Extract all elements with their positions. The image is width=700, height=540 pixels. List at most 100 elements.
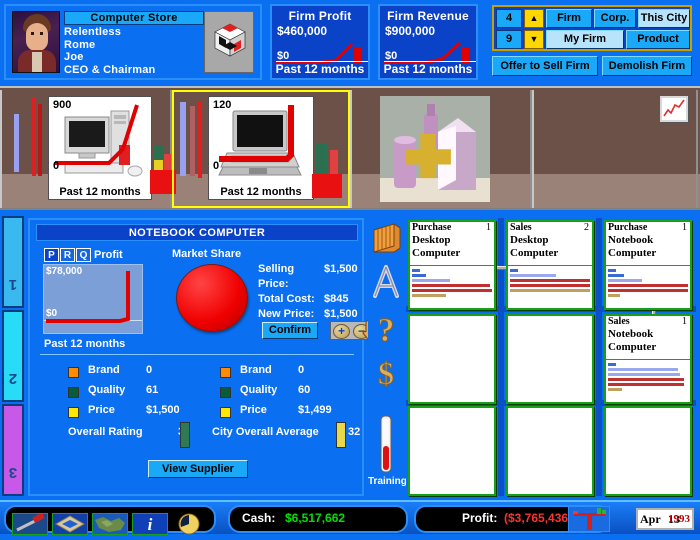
view-supplier-button[interactable]: View Supplier <box>148 460 248 478</box>
mode-button-q[interactable]: Q <box>76 248 91 262</box>
card-type-2: Purchase <box>608 222 648 233</box>
panel-divider <box>40 354 354 355</box>
seesaw-button[interactable] <box>568 506 610 532</box>
tool-sidebar: ? $ Training <box>368 218 407 496</box>
svg-text:?: ? <box>378 312 395 348</box>
selling-price-label: Selling Price: <box>258 263 295 290</box>
quality-label-city: Quality <box>240 384 278 396</box>
info-i-icon: i <box>133 514 167 534</box>
cash-label: Cash: <box>242 511 276 525</box>
price-rows: Selling Price: $1,500 Total Cost: $845 New… <box>258 262 358 322</box>
cash-display: Cash: $6,517,662 <box>228 505 408 533</box>
floor-tab-3[interactable]: 3 <box>2 404 24 496</box>
shelf-bay-desktop[interactable]: 900 0 Past 12 months <box>0 90 176 208</box>
floor-tab-3-label: 3 <box>8 464 18 481</box>
card-line2-1: Computer <box>510 247 559 259</box>
operation-card-sales-notebook[interactable]: Sales 1 Notebook Computer <box>604 314 692 404</box>
profit-graph: $78,000 $0 <box>43 264 143 334</box>
card-num-2: 1 <box>682 222 687 233</box>
price-value-mine: $1,500 <box>146 404 180 416</box>
total-cost-value: $845 <box>324 293 349 305</box>
help-tool-button[interactable]: ? <box>370 310 402 353</box>
scope-this-city-button[interactable]: This City <box>638 9 690 28</box>
floor-tab-2-label: 2 <box>8 370 18 387</box>
city-map-button[interactable] <box>52 513 88 535</box>
shelf-chart-icon[interactable] <box>660 96 688 122</box>
desktop-caption: Past 12 months <box>59 186 141 198</box>
city-average-label: City Overall Average <box>212 426 319 438</box>
library-tool-button[interactable] <box>370 222 402 261</box>
firm-profit-card[interactable]: Firm Profit $460,000 $0 Past 12 months <box>270 4 370 80</box>
offer-to-sell-firm-button[interactable]: Offer to Sell Firm <box>492 56 598 76</box>
scope-firm-button[interactable]: Firm <box>546 9 592 28</box>
scope-product-button[interactable]: Product <box>626 30 690 49</box>
operation-card-empty-6[interactable] <box>408 406 496 496</box>
floor-tab-2[interactable]: 2 <box>2 310 24 402</box>
scope-corp-button[interactable]: Corp. <box>594 9 636 28</box>
card-bars-2 <box>608 269 690 299</box>
operation-card-empty-4[interactable] <box>408 314 496 404</box>
spin-up-arrow-icon[interactable]: ▲ <box>524 9 544 28</box>
firm-info-panel[interactable]: Computer Store Relentless Rome Joe CEO &… <box>4 4 262 80</box>
operation-card-purchase-desktop[interactable]: Purchase 1 Desktop Computer <box>408 220 496 310</box>
training-label: Training <box>368 476 407 487</box>
quality-value-city: 60 <box>298 384 311 396</box>
ceo-portrait <box>12 11 60 73</box>
info-button[interactable]: i <box>132 513 168 535</box>
spin-value-down[interactable]: 9 <box>496 30 522 49</box>
overall-rating-label: Overall Rating <box>68 426 143 438</box>
scope-my-firm-button[interactable]: My Firm <box>546 30 624 49</box>
books-icon <box>373 223 401 253</box>
product-detail-title: NOTEBOOK COMPUTER <box>36 224 358 241</box>
shelf-bay-empty[interactable] <box>532 90 698 208</box>
floor-tab-1[interactable]: 1 <box>2 216 24 308</box>
firm-profit-zero: $0 <box>277 50 290 62</box>
spin-down-arrow-icon[interactable]: ▼ <box>524 30 544 49</box>
advertising-tool-button[interactable] <box>370 264 402 305</box>
build-button[interactable] <box>12 512 48 535</box>
operation-card-empty-5[interactable] <box>506 314 594 404</box>
clock-button[interactable] <box>172 513 208 535</box>
desktop-computer-image <box>55 104 143 177</box>
card-type-0: Purchase <box>412 222 452 233</box>
operation-card-empty-7[interactable] <box>506 406 594 496</box>
store-title: Computer Store <box>64 11 204 25</box>
selling-price-value: $1,500 <box>324 263 358 275</box>
operation-card-empty-8[interactable] <box>604 406 692 496</box>
city-grid-icon <box>53 514 87 534</box>
shelf-bay-notebook[interactable]: 120 0 Past 12 months <box>172 90 350 208</box>
spin-value-up[interactable]: 4 <box>496 9 522 28</box>
product-tile-household[interactable] <box>380 96 490 202</box>
card-line2-2: Computer <box>608 247 657 259</box>
card-line2-5: Computer <box>608 341 657 353</box>
shelf-bay-household[interactable] <box>350 90 532 208</box>
firm-profit-value: $460,000 <box>277 24 328 38</box>
world-map-button[interactable] <box>92 513 128 535</box>
card-line1-5: Notebook <box>608 328 654 340</box>
market-share-label: Market Share <box>172 248 242 260</box>
product-detail-panel: NOTEBOOK COMPUTER P R Q Profit Market Sh… <box>28 218 384 496</box>
question-mark-icon: ? <box>377 312 395 350</box>
svg-text:i: i <box>148 515 153 534</box>
floor-tab-1-label: 1 <box>8 276 18 293</box>
mode-button-r[interactable]: R <box>60 248 75 262</box>
operation-card-purchase-notebook[interactable]: Purchase 1 Notebook Computer <box>604 220 692 310</box>
operation-card-sales-desktop[interactable]: Sales 2 Desktop Computer <box>506 220 594 310</box>
firm-revenue-card[interactable]: Firm Revenue $900,000 $0 Past 12 months <box>378 4 478 80</box>
price-label-city: Price <box>240 404 267 416</box>
date-display[interactable]: Apr 13 1993 <box>636 508 694 530</box>
training-tool-button[interactable] <box>370 414 402 479</box>
price-increase-button[interactable]: + <box>333 324 350 339</box>
notebook-peak-value: 120 <box>213 99 232 111</box>
product-tile-notebook[interactable]: 120 0 Past 12 months <box>208 96 314 200</box>
product-tile-desktop[interactable]: 900 0 Past 12 months <box>48 96 152 200</box>
finance-tool-button[interactable]: $ <box>370 354 402 395</box>
mode-button-p[interactable]: P <box>44 248 59 262</box>
letter-a-icon <box>373 265 399 298</box>
demolish-firm-button[interactable]: Demolish Firm <box>602 56 692 76</box>
quality-swatch-mine <box>68 387 79 398</box>
card-type-1: Sales <box>510 222 532 233</box>
market-share-pie[interactable] <box>176 264 248 332</box>
clock-icon <box>178 513 200 535</box>
confirm-button[interactable]: Confirm <box>262 322 318 339</box>
